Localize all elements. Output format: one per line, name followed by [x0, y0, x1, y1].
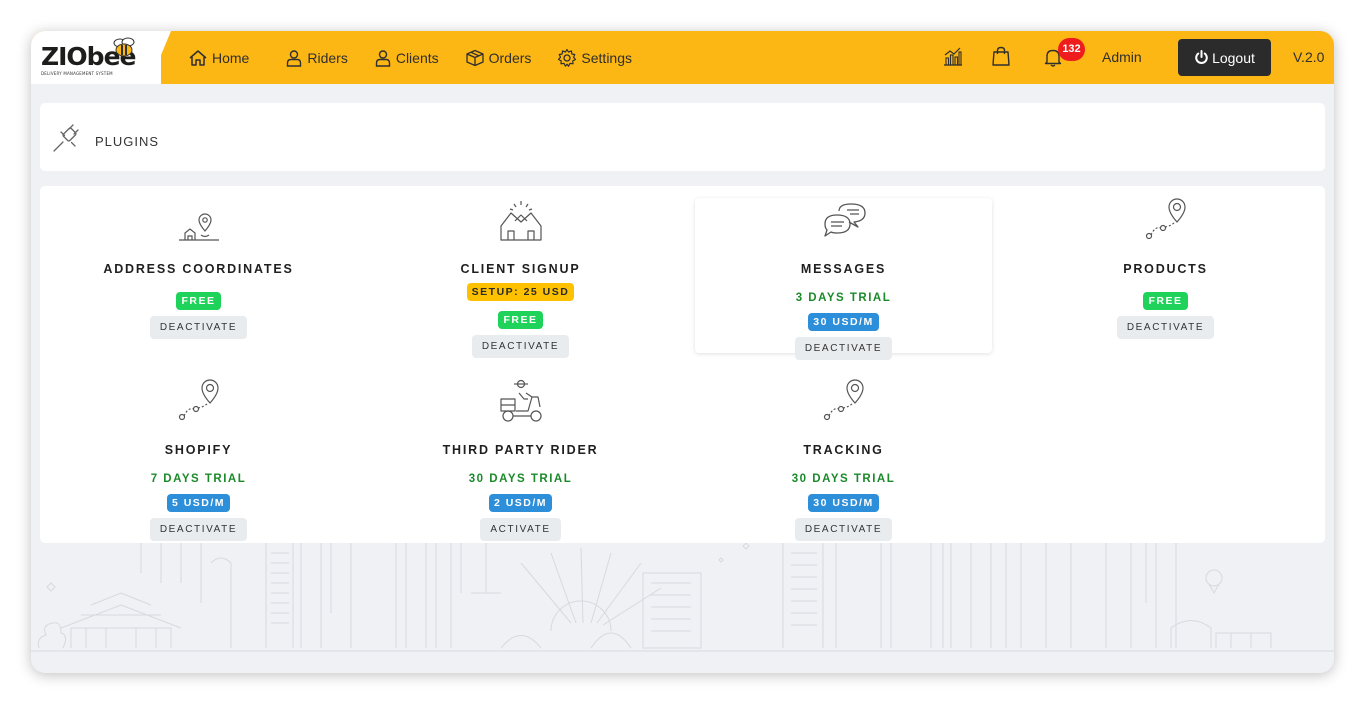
price-badge: 30 USD/M — [808, 494, 879, 512]
nav-settings[interactable]: Settings — [557, 48, 632, 68]
plugin-name: CLIENT SIGNUP — [460, 262, 581, 276]
page-header: PLUGINS — [40, 103, 1325, 171]
route-pin-icon — [178, 379, 219, 421]
price-badge: FREE — [176, 292, 221, 310]
plugin-name: THIRD PARTY RIDER — [442, 443, 599, 457]
power-icon — [1195, 50, 1208, 65]
trial-label: 30 DAYS TRIAL — [791, 473, 896, 485]
route-pin-icon — [1145, 198, 1186, 240]
plugin-name: PRODUCTS — [1123, 262, 1208, 276]
nav-home[interactable]: Home — [188, 49, 249, 67]
box-icon — [465, 49, 484, 66]
price-badge: FREE — [498, 311, 543, 329]
main-nav: Home Riders Clients Orders Settings — [188, 31, 658, 84]
nav-clients-label: Clients — [395, 49, 439, 66]
activate-button[interactable]: ACTIVATE — [480, 518, 561, 541]
logout-button[interactable]: Logout — [1178, 39, 1271, 76]
page-title: PLUGINS — [95, 134, 160, 149]
plugin-name: SHOPIFY — [164, 443, 233, 457]
plugin-card-client-signup: CLIENT SIGNUP SETUP: 25 USD FREE DEACTIV… — [372, 198, 669, 358]
nav-orders-label: Orders — [488, 49, 532, 66]
logout-label: Logout — [1212, 49, 1255, 66]
nav-home-label: Home — [212, 49, 250, 66]
chat-bubbles-icon — [823, 203, 866, 237]
logo[interactable]: ZIObee DELIVERY MANAGEMENT SYSTEM — [31, 31, 161, 84]
top-navbar: ZIObee DELIVERY MANAGEMENT SYSTEM Home R… — [31, 31, 1334, 84]
price-badge: FREE — [1143, 292, 1188, 310]
plugin-card-address-coordinates: ADDRESS COORDINATES FREE DEACTIVATE — [50, 198, 347, 339]
home-icon — [189, 49, 207, 66]
plugin-name: MESSAGES — [800, 262, 887, 276]
app-window: ZIObee DELIVERY MANAGEMENT SYSTEM Home R… — [31, 31, 1334, 673]
deactivate-button[interactable]: DEACTIVATE — [1116, 316, 1215, 339]
gear-icon — [558, 48, 577, 67]
price-badge: 5 USD/M — [166, 494, 231, 512]
deactivate-button[interactable]: DEACTIVATE — [794, 518, 893, 541]
brand-tagline: DELIVERY MANAGEMENT SYSTEM — [41, 71, 113, 76]
plugin-card-shopify: SHOPIFY 7 DAYS TRIAL 5 USD/M DEACTIVATE — [50, 379, 347, 541]
shopping-bag-icon[interactable] — [992, 46, 1010, 66]
user-name[interactable]: Admin — [1102, 49, 1142, 65]
nav-riders[interactable]: Riders — [285, 49, 348, 67]
city-skyline-illustration — [31, 543, 1334, 652]
plugin-name: TRACKING — [803, 443, 884, 457]
plugin-card-products: PRODUCTS FREE DEACTIVATE — [1017, 198, 1314, 339]
bee-icon — [113, 37, 135, 57]
nav-orders[interactable]: Orders — [465, 49, 532, 67]
trial-label: 3 DAYS TRIAL — [795, 292, 892, 304]
address-pin-icon — [178, 213, 219, 241]
plugins-grid: ADDRESS COORDINATES FREE DEACTIVATE CLIE… — [40, 186, 1325, 543]
plug-icon — [53, 124, 79, 152]
analytics-icon[interactable] — [943, 46, 963, 66]
nav-riders-label: Riders — [307, 49, 348, 66]
plugin-card-messages: MESSAGES 3 DAYS TRIAL 30 USD/M DEACTIVAT… — [695, 198, 992, 360]
user-icon — [375, 49, 391, 67]
version-label: V.2.0 — [1293, 49, 1325, 65]
trial-label: 30 DAYS TRIAL — [468, 473, 573, 485]
setup-fee-badge: SETUP: 25 USD — [466, 283, 575, 301]
price-badge: 30 USD/M — [808, 313, 879, 331]
deactivate-button[interactable]: DEACTIVATE — [149, 518, 248, 541]
logo-divider — [149, 31, 171, 84]
plugin-card-tracking: TRACKING 30 DAYS TRIAL 30 USD/M DEACTIVA… — [695, 379, 992, 541]
handshake-icon — [499, 201, 542, 241]
scooter-icon — [499, 379, 542, 422]
nav-settings-label: Settings — [581, 49, 633, 66]
nav-clients[interactable]: Clients — [374, 49, 439, 67]
trial-label: 7 DAYS TRIAL — [150, 473, 247, 485]
route-pin-icon — [823, 379, 864, 421]
plugin-card-third-party-rider: THIRD PARTY RIDER 30 DAYS TRIAL 2 USD/M … — [372, 379, 669, 541]
deactivate-button[interactable]: DEACTIVATE — [149, 316, 248, 339]
user-icon — [287, 49, 302, 67]
deactivate-button[interactable]: DEACTIVATE — [471, 335, 570, 358]
plugin-name: ADDRESS COORDINATES — [103, 262, 294, 276]
deactivate-button[interactable]: DEACTIVATE — [794, 337, 893, 360]
price-badge: 2 USD/M — [488, 494, 553, 512]
notification-badge[interactable]: 132 — [1058, 38, 1085, 61]
